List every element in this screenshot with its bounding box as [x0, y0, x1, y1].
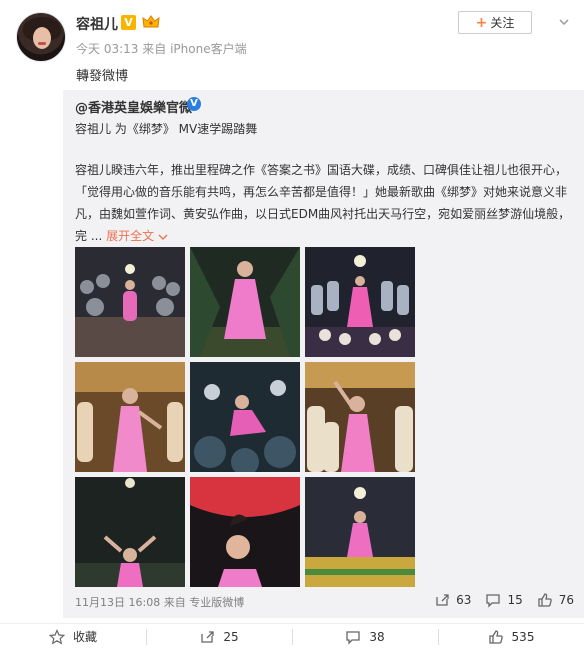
like-button[interactable]: 535	[438, 624, 584, 649]
quoted-repost-count: 63	[456, 593, 472, 607]
photo-thumbnail[interactable]	[190, 247, 300, 357]
avatar[interactable]	[16, 12, 66, 62]
repost-icon	[201, 630, 215, 643]
expand-label: 展开全文	[106, 229, 155, 243]
thumbs-up-icon	[488, 629, 503, 644]
quoted-author[interactable]: @香港英皇娛樂官微	[75, 97, 192, 116]
photo-thumbnail[interactable]	[190, 477, 300, 587]
quoted-actions: 63 15 76	[434, 592, 574, 608]
repost-button[interactable]: 25	[146, 624, 292, 649]
post-time[interactable]: 今天 03:13	[76, 42, 138, 56]
post-toolbar: 收藏 25 38 535	[0, 623, 584, 649]
thumbs-up-icon	[538, 593, 552, 607]
follow-button[interactable]: + 关注	[458, 11, 532, 34]
photo-thumbnail[interactable]	[75, 362, 185, 472]
post-from: 来自	[142, 42, 167, 56]
post-text: 轉發微博	[76, 69, 129, 84]
repost-count: 25	[223, 629, 239, 644]
avatar-lips	[38, 42, 46, 45]
quoted-like-button[interactable]: 76	[537, 592, 574, 608]
weibo-post: 容祖儿 V 今天 03:13 来自 iPhone客户端 + 关注 轉發微博 @香…	[0, 0, 584, 649]
post-meta: 今天 03:13 来自 iPhone客户端	[76, 40, 247, 57]
photo-thumbnail[interactable]	[305, 362, 415, 472]
quoted-comment-count: 15	[507, 593, 523, 607]
avatar-face	[33, 27, 51, 49]
follow-label: 关注	[490, 16, 515, 30]
like-count: 535	[511, 629, 535, 644]
quoted-source[interactable]: 专业版微博	[189, 596, 244, 609]
quoted-post: @香港英皇娛樂官微 V 容祖儿 为《绑梦》 MV速学踢踏舞 容祖儿睽违六年，推出…	[63, 90, 584, 618]
quoted-footer: 11月13日 16:08 来自 专业版微博	[75, 594, 244, 610]
photo-thumbnail[interactable]	[75, 477, 185, 587]
comment-icon	[346, 630, 361, 645]
quoted-repost-button[interactable]: 63	[434, 592, 471, 608]
quoted-like-count: 76	[558, 593, 574, 607]
comment-button[interactable]: 38	[292, 624, 438, 649]
username[interactable]: 容祖儿	[76, 14, 118, 34]
post-source[interactable]: iPhone客户端	[170, 42, 247, 56]
quoted-time[interactable]: 11月13日 16:08	[75, 596, 160, 609]
comment-icon	[486, 594, 501, 608]
photo-thumbnail[interactable]	[305, 247, 415, 357]
favorite-button[interactable]: 收藏	[0, 624, 146, 649]
comment-count: 38	[369, 629, 385, 644]
favorite-label: 收藏	[72, 630, 97, 644]
photo-thumbnail[interactable]	[75, 247, 185, 357]
vip-badge[interactable]: V	[121, 15, 136, 30]
plus-icon: +	[475, 14, 488, 31]
crown-icon[interactable]	[142, 14, 160, 30]
quoted-subtitle: 容祖儿 为《绑梦》 MV速学踢踏舞	[75, 122, 258, 136]
expand-full-text-link[interactable]: 展开全文	[106, 229, 168, 243]
chevron-down-icon	[158, 234, 168, 240]
repost-icon	[436, 594, 449, 606]
photo-thumbnail[interactable]	[190, 362, 300, 472]
quoted-from: 来自	[163, 596, 186, 609]
quoted-comment-button[interactable]: 15	[485, 592, 523, 608]
verified-icon: V	[187, 97, 201, 111]
star-icon	[48, 628, 65, 645]
quoted-body: 容祖儿睽违六年，推出里程碑之作《答案之书》国语大碟，成绩、口碑俱佳让祖儿也很开心…	[75, 159, 571, 247]
photo-thumbnail[interactable]	[305, 477, 415, 587]
chevron-down-icon[interactable]	[558, 16, 570, 28]
